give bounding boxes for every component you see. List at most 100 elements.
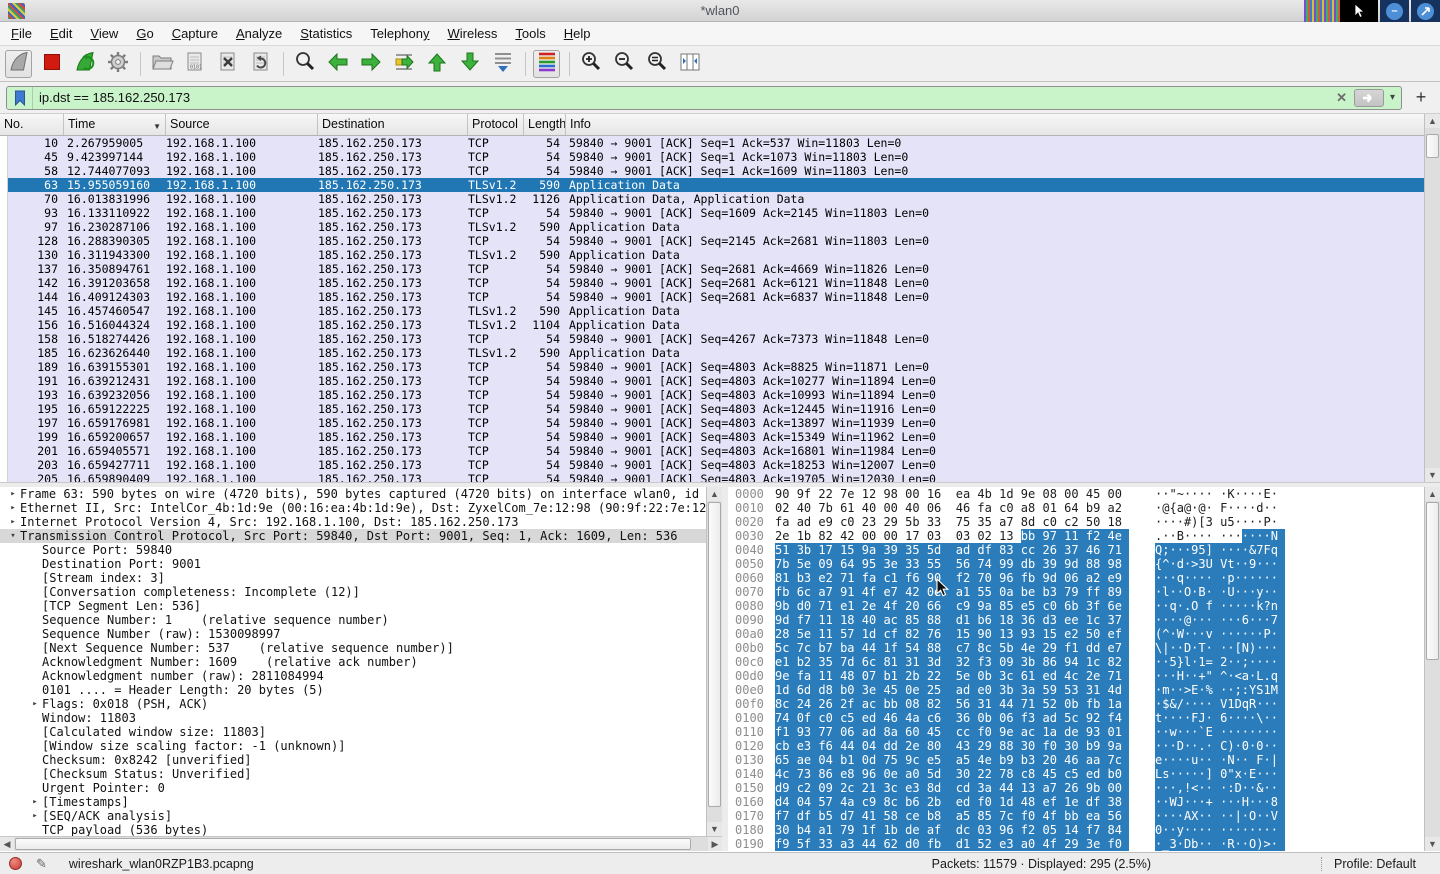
packet-row[interactable]: 19316.639232056192.168.1.100185.162.250.… [0, 388, 1424, 402]
file-reload-button[interactable] [247, 50, 274, 78]
menu-tools[interactable]: Tools [506, 23, 554, 44]
cursor-tool-icon[interactable] [1340, 0, 1378, 22]
detail-line[interactable]: ▸[SEQ/ACK analysis] [0, 809, 706, 823]
packet-row[interactable]: 14516.457460547192.168.1.100185.162.250.… [0, 304, 1424, 318]
file-open-button[interactable] [148, 50, 175, 78]
apply-filter-button[interactable] [1354, 89, 1384, 107]
menu-statistics[interactable]: Statistics [291, 23, 361, 44]
hex-row[interactable]: 006081 b3 e2 71 fa c1 f6 90 f2 70 96 fb … [728, 571, 1424, 585]
capture-options-button[interactable] [104, 50, 131, 78]
packet-row[interactable]: 15616.516044324192.168.1.100185.162.250.… [0, 318, 1424, 332]
display-filter-field[interactable]: ✕ ▾ [6, 86, 1402, 110]
detail-line[interactable]: [Stream index: 3] [0, 571, 706, 585]
column-header-no[interactable]: No. [0, 114, 64, 135]
packet-row[interactable]: 15816.518274426192.168.1.100185.162.250.… [0, 332, 1424, 346]
hex-row[interactable]: 0150d9 c2 09 2c 21 3c e3 8d cd 3a 44 13 … [728, 781, 1424, 795]
hex-row[interactable]: 0020fa ad e9 c0 23 29 5b 33 75 35 a7 8d … [728, 515, 1424, 529]
scrollbar-thumb[interactable] [1426, 502, 1439, 660]
detail-line[interactable]: ▸Internet Protocol Version 4, Src: 192.1… [0, 515, 706, 529]
detail-line[interactable]: Acknowledgment number (raw): 2811084994 [0, 669, 706, 683]
detail-line[interactable]: Source Port: 59840 [0, 543, 706, 557]
detail-line[interactable]: [TCP Segment Len: 536] [0, 599, 706, 613]
detail-line[interactable]: Window: 11803 [0, 711, 706, 725]
hex-row[interactable]: 00302e 1b 82 42 00 00 17 03 03 02 13 bb … [728, 529, 1424, 543]
scroll-right-icon[interactable]: ▶ [708, 837, 722, 851]
hex-row[interactable]: 00909d f7 11 18 40 ac 85 88 d1 b6 18 36 … [728, 613, 1424, 627]
hex-row[interactable]: 00a028 5e 11 57 1d cf 82 76 15 90 13 93 … [728, 627, 1424, 641]
scroll-down-icon[interactable]: ▼ [707, 822, 722, 836]
packet-row[interactable]: 5812.744077093192.168.1.100185.162.250.1… [0, 164, 1424, 178]
packet-row[interactable]: 18516.623626440192.168.1.100185.162.250.… [0, 346, 1424, 360]
column-header-time[interactable]: Time▼ [64, 114, 166, 135]
hex-row[interactable]: 0170f7 df b5 d7 41 58 ce b8 a5 85 7c f0 … [728, 809, 1424, 823]
colorize-button[interactable] [533, 50, 560, 78]
hex-row[interactable]: 00e01d 6d d8 b0 3e 45 0e 25 ad e0 3b 3a … [728, 683, 1424, 697]
hex-row[interactable]: 004051 3b 17 15 9a 39 35 5d ad df 83 cc … [728, 543, 1424, 557]
auto-scroll-button[interactable] [489, 50, 516, 78]
expander-collapsed-icon[interactable]: ▸ [6, 515, 20, 529]
hex-row[interactable]: 0190f9 5f 33 a3 44 62 d0 fb d1 52 e3 a0 … [728, 837, 1424, 851]
scrollbar-thumb[interactable] [708, 502, 721, 807]
column-header-len[interactable]: Length [524, 114, 566, 135]
column-header-info[interactable]: Info [566, 114, 1424, 135]
detail-line[interactable]: [Next Sequence Number: 537 (relative seq… [0, 641, 706, 655]
detail-line[interactable]: [Calculated window size: 11803] [0, 725, 706, 739]
detail-line[interactable]: Sequence Number: 1 (relative sequence nu… [0, 613, 706, 627]
go-last-button[interactable] [456, 50, 483, 78]
expander-expanded-icon[interactable]: ▾ [6, 529, 20, 543]
hex-row[interactable]: 001002 40 7b 61 40 00 40 06 46 fa c0 a8 … [728, 501, 1424, 515]
scroll-up-icon[interactable]: ▲ [707, 487, 722, 501]
detail-line[interactable]: 0101 .... = Header Length: 20 bytes (5) [0, 683, 706, 697]
detail-line[interactable]: [Window size scaling factor: -1 (unknown… [0, 739, 706, 753]
capture-comment-icon[interactable]: ✎ [36, 856, 47, 872]
hex-row[interactable]: 0160d4 04 57 4a c9 8c b6 2b ed f0 1d 48 … [728, 795, 1424, 809]
filter-dropdown-caret-icon[interactable]: ▾ [1388, 92, 1397, 103]
packet-row[interactable]: 12816.288390305192.168.1.100185.162.250.… [0, 234, 1424, 248]
hex-row[interactable]: 01404c 73 86 e8 96 0e a0 5d 30 22 78 c8 … [728, 767, 1424, 781]
hex-row[interactable]: 00809b d0 71 e1 2e 4f 20 66 c9 9a 85 e5 … [728, 599, 1424, 613]
file-close-button[interactable] [214, 50, 241, 78]
hex-row[interactable]: 000090 9f 22 7e 12 98 00 16 ea 4b 1d 9e … [728, 487, 1424, 501]
packet-row[interactable]: 14216.391203658192.168.1.100185.162.250.… [0, 276, 1424, 290]
go-to-packet-button[interactable] [390, 50, 417, 78]
hex-row[interactable]: 00b05c 7c b7 ba 44 1f 54 88 c7 8c 5b 4e … [728, 641, 1424, 655]
detail-line[interactable]: ▾Transmission Control Protocol, Src Port… [0, 529, 706, 543]
scroll-left-icon[interactable]: ◀ [0, 837, 14, 851]
packet-row[interactable]: 19716.659176981192.168.1.100185.162.250.… [0, 416, 1424, 430]
hex-row[interactable]: 0070fb 6c a7 91 4f e7 42 0e a1 55 0a be … [728, 585, 1424, 599]
packet-row[interactable]: 20516.659890409192.168.1.100185.162.250.… [0, 472, 1424, 482]
expander-collapsed-icon[interactable]: ▸ [6, 501, 20, 515]
add-filter-button[interactable]: + [1408, 87, 1434, 108]
packet-row[interactable]: 9316.133110922192.168.1.100185.162.250.1… [0, 206, 1424, 220]
expander-collapsed-icon[interactable]: ▸ [6, 487, 20, 501]
packet-row[interactable]: 19516.659122225192.168.1.100185.162.250.… [0, 402, 1424, 416]
hex-row[interactable]: 013065 ae 04 b1 0d 75 9c e5 a5 4e b9 b3 … [728, 753, 1424, 767]
packet-row[interactable]: 9716.230287106192.168.1.100185.162.250.1… [0, 220, 1424, 234]
maximize-button[interactable] [1411, 0, 1440, 22]
hex-row[interactable]: 0120cb e3 f6 44 04 dd 2e 80 43 29 88 30 … [728, 739, 1424, 753]
menu-help[interactable]: Help [555, 23, 600, 44]
scroll-down-icon[interactable]: ▼ [1425, 468, 1440, 482]
packet-row[interactable]: 19116.639212431192.168.1.100185.162.250.… [0, 374, 1424, 388]
file-save-button[interactable]: 0101 [181, 50, 208, 78]
packet-row[interactable]: 459.423997144192.168.1.100185.162.250.17… [0, 150, 1424, 164]
detail-line[interactable]: [Checksum Status: Unverified] [0, 767, 706, 781]
packet-row[interactable]: 14416.409124303192.168.1.100185.162.250.… [0, 290, 1424, 304]
expander-collapsed-icon[interactable]: ▸ [28, 795, 42, 809]
scroll-down-icon[interactable]: ▼ [1425, 837, 1440, 851]
hex-row[interactable]: 0110f1 93 77 06 ad 8a 60 45 cc f0 9e ac … [728, 725, 1424, 739]
zoom-original-button[interactable] [643, 50, 670, 78]
go-first-button[interactable] [423, 50, 450, 78]
resize-columns-button[interactable] [676, 50, 703, 78]
packet-row[interactable]: 13716.350894761192.168.1.100185.162.250.… [0, 262, 1424, 276]
expander-collapsed-icon[interactable]: ▸ [28, 697, 42, 711]
detail-line[interactable]: ▸Frame 63: 590 bytes on wire (4720 bits)… [0, 487, 706, 501]
packet-row[interactable]: 20316.659427711192.168.1.100185.162.250.… [0, 458, 1424, 472]
filter-input[interactable] [33, 90, 1333, 105]
packet-row[interactable]: 13016.311943300192.168.1.100185.162.250.… [0, 248, 1424, 262]
detail-line[interactable]: Destination Port: 9001 [0, 557, 706, 571]
detail-hscrollbar[interactable]: ◀ ▶ [0, 836, 722, 851]
zoom-out-button[interactable] [610, 50, 637, 78]
packet-row[interactable]: 7016.013831996192.168.1.100185.162.250.1… [0, 192, 1424, 206]
menu-view[interactable]: View [81, 23, 127, 44]
